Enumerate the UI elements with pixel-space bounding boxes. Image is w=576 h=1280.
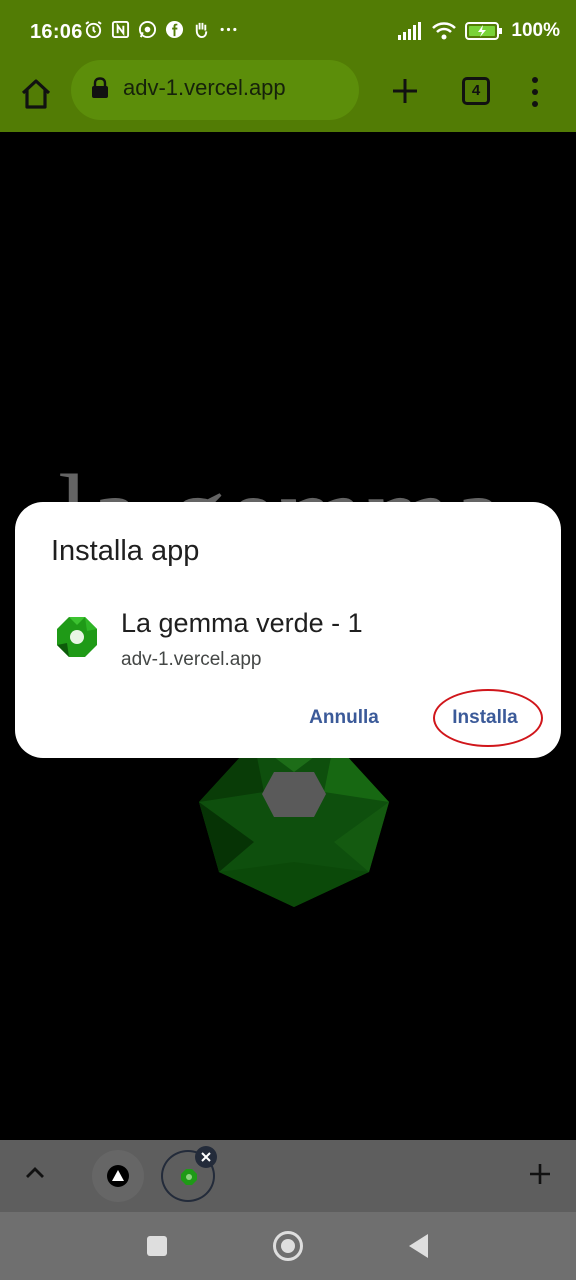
dialog-title: Installa app [51,535,200,567]
battery-percentage: 100% [511,20,560,41]
signal-icon [398,22,422,40]
whatsapp-icon [138,20,157,39]
close-icon [201,1152,211,1162]
system-status-icons: 100% [397,20,560,42]
lock-icon [92,77,108,98]
address-bar[interactable]: adv-1.vercel.app [71,60,359,120]
triangle-logo-icon [112,1170,124,1181]
overflow-menu-icon[interactable] [530,76,540,108]
tab-favicon-1 [107,1165,129,1187]
recents-button[interactable] [147,1236,167,1256]
nav-home-button[interactable] [273,1231,303,1261]
facebook-icon [165,20,184,39]
more-dots-icon [220,27,237,32]
close-tab-button[interactable] [195,1146,217,1168]
notification-icons [84,20,238,39]
app-name: La gemma verde - 1 [121,608,363,638]
system-navigation-bar [0,1212,576,1280]
status-time: 16:06 [30,21,83,43]
new-tab-icon[interactable] [390,76,420,106]
browser-toolbar: adv-1.vercel.app 4 [0,60,576,132]
wifi-icon [432,22,457,40]
hand-icon [195,22,208,39]
home-icon[interactable] [18,76,54,112]
nfc-icon [111,20,130,39]
app-url: adv-1.vercel.app [121,649,262,670]
bottom-tab-strip [0,1140,576,1212]
alarm-icon [85,21,102,39]
status-bar: 16:06 100% [0,0,576,64]
add-tab-icon[interactable] [528,1162,552,1186]
gem-favicon-icon [181,1169,197,1185]
tab-switcher-button[interactable]: 4 [462,77,490,105]
app-gem-icon [57,617,97,657]
battery-charging-icon [465,22,503,40]
home-dot-icon [281,1239,295,1253]
chevron-up-icon[interactable] [22,1164,48,1182]
back-icon[interactable] [408,1233,430,1259]
url-text: adv-1.vercel.app [123,75,286,100]
cancel-button[interactable]: Annulla [297,698,391,738]
install-app-dialog: Installa app La gemma verde - 1 adv-1.ve… [15,502,561,758]
highlight-annotation [433,689,543,747]
tab-thumbnail-1[interactable] [92,1150,144,1202]
